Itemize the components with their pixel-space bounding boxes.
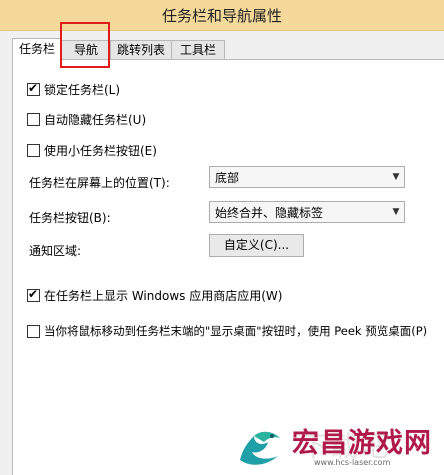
title-bar: 任务栏和导航属性 bbox=[0, 0, 444, 31]
taskbar-buttons-label: 任务栏按钮(B): bbox=[29, 211, 111, 225]
buttons-label-row: 任务栏按钮(B): bbox=[29, 209, 111, 226]
position-label: 任务栏在屏幕上的位置(T): bbox=[29, 176, 170, 190]
small-buttons-label: 使用小任务栏按钮(E) bbox=[44, 144, 157, 158]
chevron-down-icon: ▼ bbox=[392, 207, 400, 217]
window-title: 任务栏和导航属性 bbox=[161, 7, 282, 25]
tab-toolbars[interactable]: 工具栏 bbox=[171, 40, 225, 59]
position-label-row: 任务栏在屏幕上的位置(T): bbox=[29, 174, 170, 191]
taskbar-buttons-select[interactable]: 始终合并、隐藏标签 ▼ bbox=[209, 201, 405, 223]
chevron-down-icon: ▼ bbox=[392, 172, 400, 182]
customize-button[interactable]: 自定义(C)... bbox=[209, 234, 304, 257]
store-apps-label: 在任务栏上显示 Windows 应用商店应用(W) bbox=[44, 289, 283, 303]
lock-taskbar-label: 锁定任务栏(L) bbox=[44, 83, 121, 97]
tab-navigation[interactable]: 导航 bbox=[61, 40, 111, 59]
peek-checkbox[interactable] bbox=[27, 324, 40, 338]
position-select[interactable]: 底部 ▼ bbox=[209, 166, 405, 188]
watermark-url: www.hcs-laser.com bbox=[314, 458, 391, 467]
taskbar-buttons-select-value: 始终合并、隐藏标签 bbox=[215, 205, 324, 220]
notify-label-row: 通知区域: bbox=[29, 242, 81, 259]
checkmark-icon: ✔ bbox=[28, 81, 39, 95]
auto-hide-option[interactable]: 自动隐藏任务栏(U) bbox=[27, 111, 146, 128]
lock-taskbar-checkbox[interactable]: ✔ bbox=[27, 81, 40, 96]
peek-label: 当你将鼠标移动到任务栏末端的"显示桌面"按钮时，使用 Peek 预览桌面(P) bbox=[44, 324, 428, 338]
checkmark-icon: ✔ bbox=[28, 287, 39, 301]
tab-jump-lists[interactable]: 跳转列表 bbox=[110, 40, 172, 59]
small-buttons-checkbox[interactable] bbox=[27, 144, 40, 157]
taskbar-settings-panel: ✔ 锁定任务栏(L) 自动隐藏任务栏(U) 使用小任务栏按钮(E) 任务栏在屏幕… bbox=[12, 59, 444, 475]
auto-hide-checkbox[interactable] bbox=[27, 113, 40, 126]
tab-taskbar[interactable]: 任务栏 bbox=[12, 38, 62, 60]
auto-hide-label: 自动隐藏任务栏(U) bbox=[44, 113, 147, 127]
notification-area-label: 通知区域: bbox=[29, 244, 82, 258]
store-apps-option[interactable]: ✔ 在任务栏上显示 Windows 应用商店应用(W) bbox=[27, 287, 282, 304]
dragon-logo-icon bbox=[240, 431, 280, 465]
small-buttons-option[interactable]: 使用小任务栏按钮(E) bbox=[27, 142, 157, 159]
lock-taskbar-option[interactable]: ✔ 锁定任务栏(L) bbox=[27, 81, 120, 98]
peek-option[interactable]: 当你将鼠标移动到任务栏末端的"显示桌面"按钮时，使用 Peek 预览桌面(P) bbox=[27, 323, 427, 339]
position-select-value: 底部 bbox=[215, 170, 240, 185]
watermark-brand-text: 宏昌游戏网 bbox=[292, 428, 432, 459]
store-apps-checkbox[interactable]: ✔ bbox=[27, 287, 40, 302]
